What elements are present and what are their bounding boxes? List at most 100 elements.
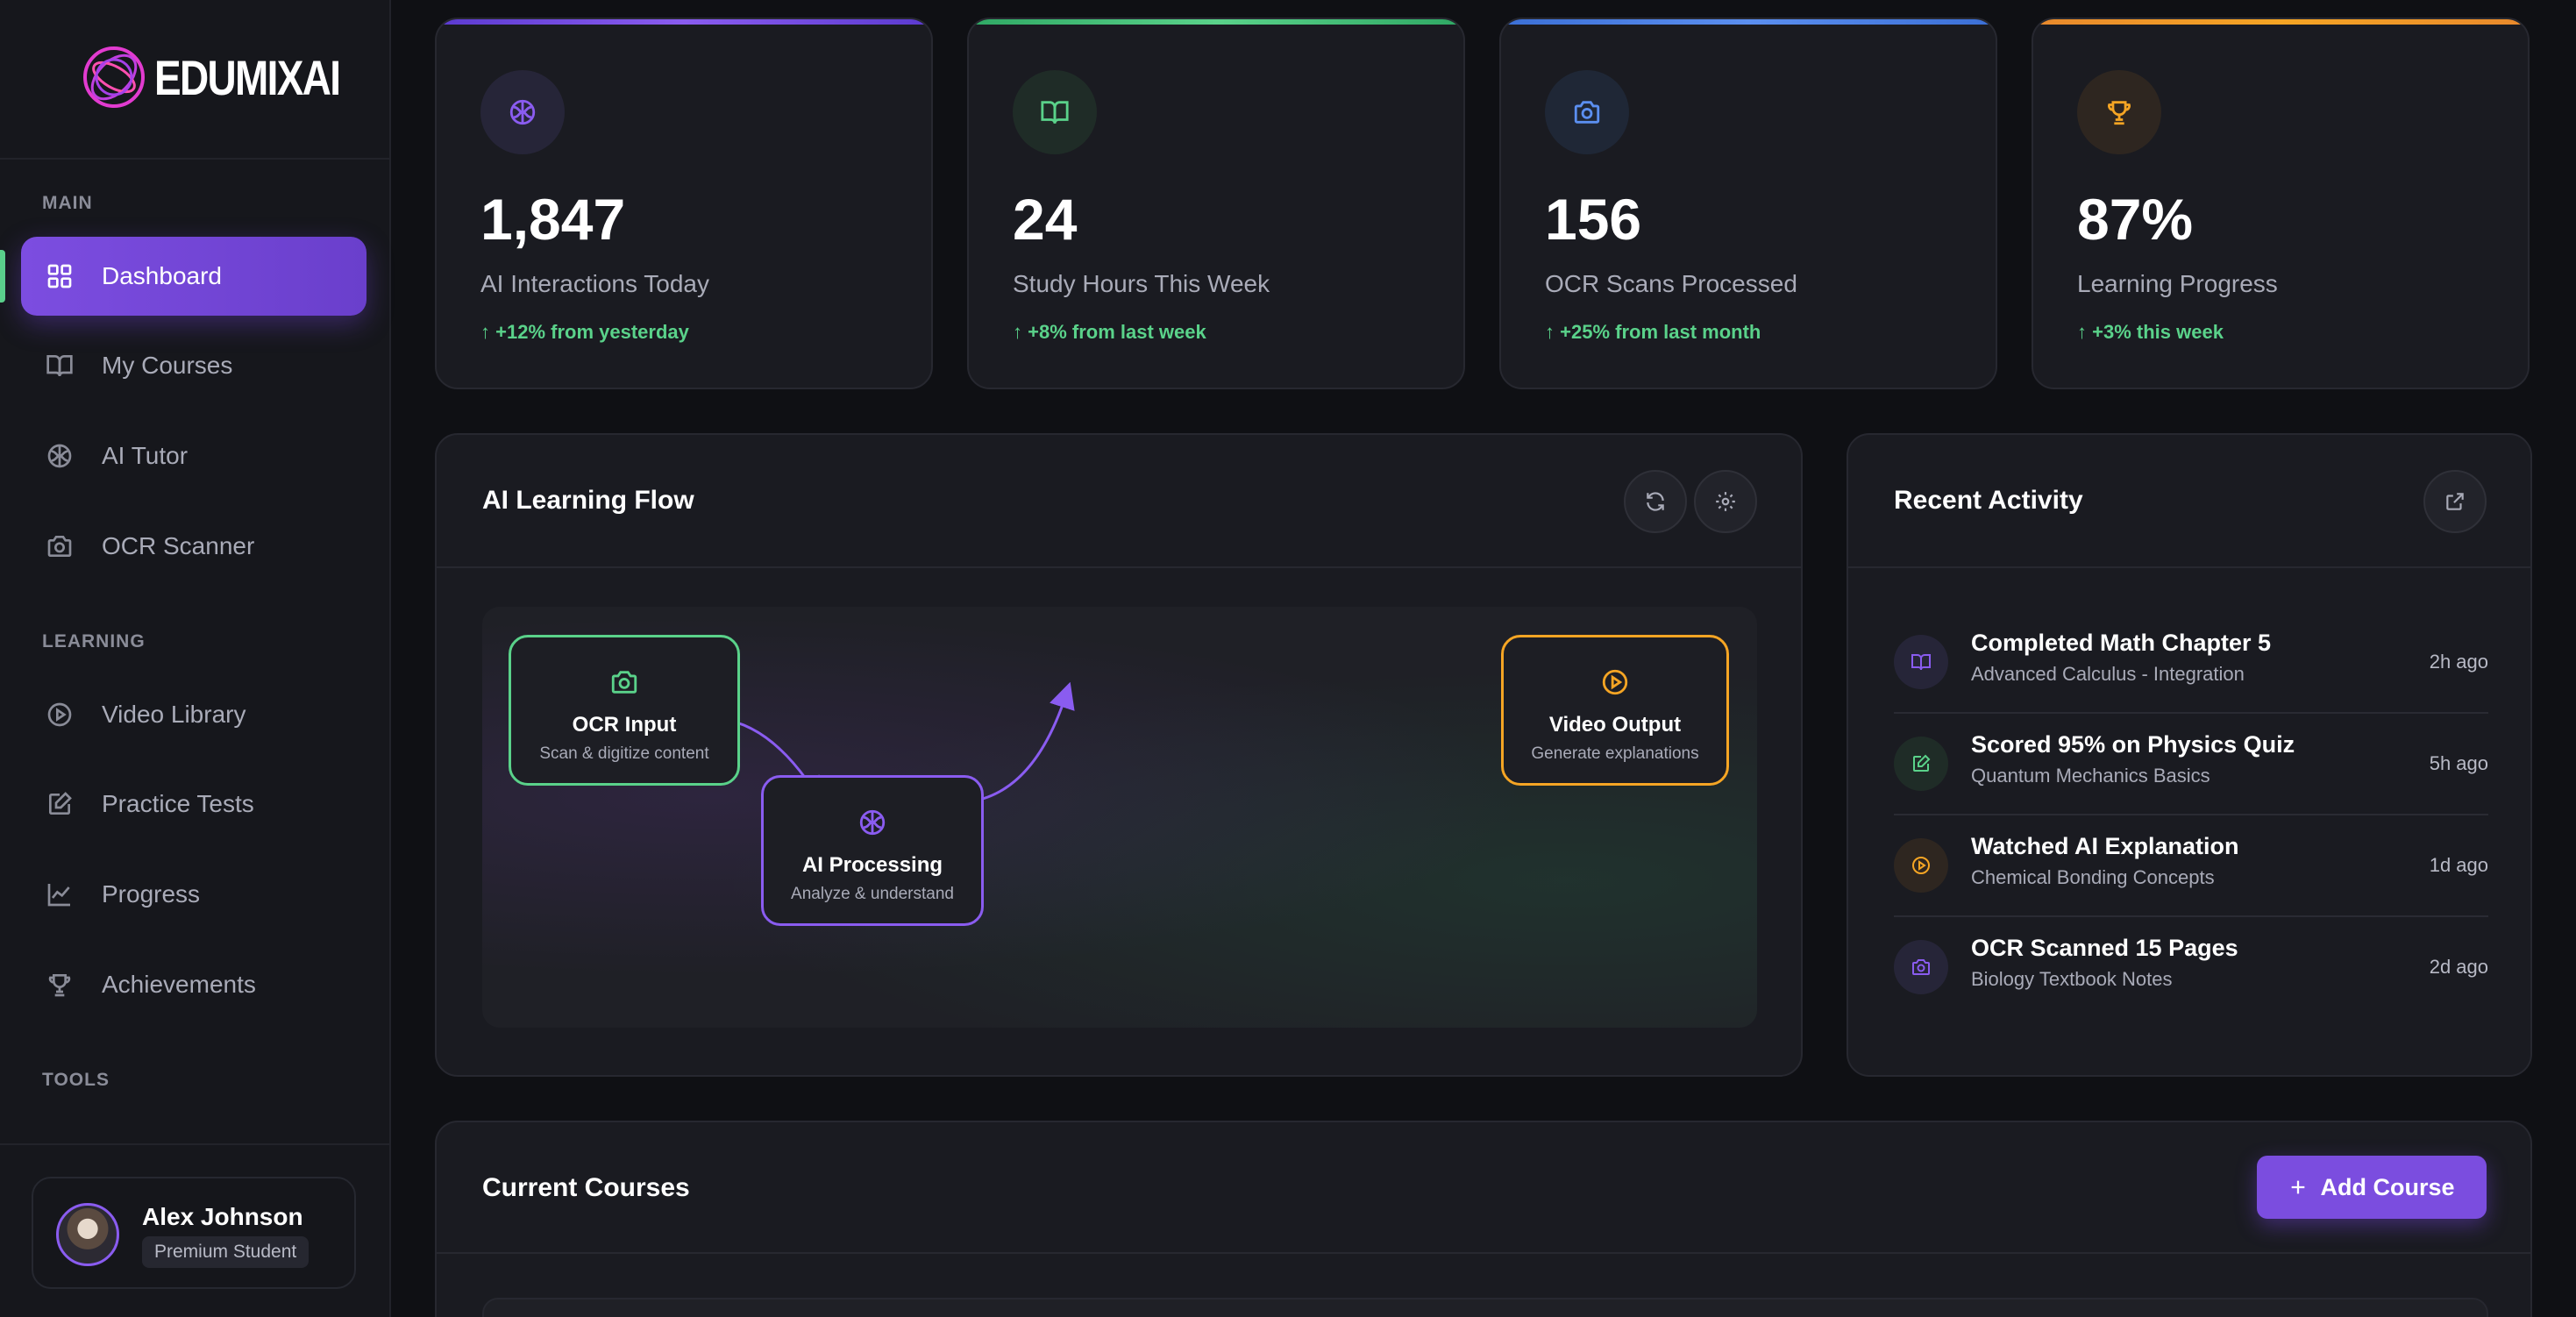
divider bbox=[437, 1252, 2530, 1254]
activity-title: Watched AI Explanation bbox=[1971, 833, 2239, 859]
sidebar-item-label: Achievements bbox=[102, 971, 256, 998]
panel-title: Recent Activity bbox=[1894, 486, 2083, 515]
stat-icon-wrap bbox=[2077, 70, 2161, 154]
sidebar-item-label: Video Library bbox=[102, 701, 246, 728]
activity-subtitle: Biology Textbook Notes bbox=[1971, 968, 2173, 990]
trophy-icon bbox=[2108, 101, 2131, 125]
sidebar-item-label: Progress bbox=[102, 880, 201, 908]
external-link-icon bbox=[2446, 493, 2464, 510]
sidebar-item-video-library[interactable]: Video Library bbox=[21, 675, 366, 754]
activity-item[interactable]: Watched AI Explanation Chemical Bonding … bbox=[1894, 814, 2488, 915]
divider bbox=[1848, 566, 2530, 568]
stat-change-text: +12% from yesterday bbox=[495, 321, 689, 343]
sidebar-item-progress[interactable]: Progress bbox=[21, 855, 366, 934]
activity-item[interactable]: Scored 95% on Physics Quiz Quantum Mecha… bbox=[1894, 712, 2488, 814]
recent-activity-panel: Recent Activity Completed Math Chapter 5… bbox=[1847, 433, 2532, 1077]
sidebar-item-label: OCR Scanner bbox=[102, 532, 255, 559]
arrow-up-icon: ↑ bbox=[1013, 321, 1028, 343]
current-courses-panel: Current Courses Add Course bbox=[435, 1121, 2532, 1317]
stat-card-ai-interactions: 1,847 AI Interactions Today ↑ +12% from … bbox=[435, 18, 933, 389]
activity-title: Scored 95% on Physics Quiz bbox=[1971, 731, 2295, 758]
brand-name: EDUMIXAI bbox=[154, 49, 341, 105]
connector-ai-to-video bbox=[971, 681, 1075, 803]
section-label-learning: LEARNING bbox=[42, 631, 146, 651]
active-indicator bbox=[0, 250, 5, 303]
stat-value: 24 bbox=[1013, 187, 1078, 252]
stat-card-study-hours: 24 Study Hours This Week ↑ +8% from last… bbox=[967, 18, 1465, 389]
section-label-main: MAIN bbox=[42, 193, 93, 213]
section-label-tools: TOOLS bbox=[42, 1070, 110, 1090]
activity-item[interactable]: Completed Math Chapter 5 Advanced Calcul… bbox=[1894, 610, 2488, 712]
edit-icon bbox=[1913, 754, 1931, 772]
sidebar-item-achievements[interactable]: Achievements bbox=[21, 945, 366, 1024]
stat-label: AI Interactions Today bbox=[480, 270, 709, 297]
gear-icon bbox=[1716, 492, 1735, 511]
open-external-button[interactable] bbox=[2423, 470, 2487, 533]
node-subtitle: Scan & digitize content bbox=[539, 744, 709, 763]
sidebar-item-dashboard[interactable]: Dashboard bbox=[21, 237, 366, 316]
stat-value: 1,847 bbox=[480, 187, 626, 252]
arrow-up-icon: ↑ bbox=[480, 321, 496, 343]
panel-title: Current Courses bbox=[482, 1173, 690, 1202]
camera-icon bbox=[1574, 101, 1600, 124]
stat-card-learning-progress: 87% Learning Progress ↑ +3% this week bbox=[2032, 18, 2530, 389]
activity-title: OCR Scanned 15 Pages bbox=[1971, 935, 2238, 961]
stat-label: Learning Progress bbox=[2077, 270, 2278, 297]
ai-learning-flow-panel: AI Learning Flow OCR Input Scan & digiti… bbox=[435, 433, 1803, 1077]
node-title: Video Output bbox=[1548, 713, 1682, 737]
camera-icon bbox=[611, 671, 637, 694]
arrow-up-icon: ↑ bbox=[2077, 321, 2093, 343]
activity-time: 1d ago bbox=[2429, 854, 2488, 876]
accent-bar bbox=[2033, 19, 2528, 25]
book-open-icon bbox=[1041, 101, 1069, 125]
activity-time: 5h ago bbox=[2429, 752, 2488, 774]
camera-icon bbox=[47, 536, 72, 557]
stat-change: ↑ +8% from last week bbox=[1013, 321, 1206, 344]
sidebar-item-label: Practice Tests bbox=[102, 790, 254, 817]
stat-icon-wrap bbox=[480, 70, 565, 154]
add-course-button[interactable]: Add Course bbox=[2257, 1156, 2487, 1219]
flow-canvas: OCR Input Scan & digitize content AI Pro… bbox=[482, 607, 1757, 1028]
flow-node-video-output[interactable]: Video Output Generate explanations bbox=[1501, 635, 1729, 786]
sidebar-item-ai-tutor[interactable]: AI Tutor bbox=[21, 416, 366, 495]
accent-bar bbox=[969, 19, 1463, 25]
flow-node-ocr-input[interactable]: OCR Input Scan & digitize content bbox=[509, 635, 740, 786]
stat-change: ↑ +25% from last month bbox=[1545, 321, 1761, 344]
refresh-button[interactable] bbox=[1624, 470, 1687, 533]
stat-value: 87% bbox=[2077, 187, 2194, 252]
node-subtitle: Analyze & understand bbox=[791, 885, 954, 903]
stat-change-text: +8% from last week bbox=[1028, 321, 1206, 343]
activity-title: Completed Math Chapter 5 bbox=[1971, 630, 2272, 656]
stat-value: 156 bbox=[1545, 187, 1642, 252]
add-course-label: Add Course bbox=[2320, 1173, 2455, 1200]
plus-icon bbox=[2292, 1180, 2305, 1194]
node-title: OCR Input bbox=[572, 713, 677, 737]
brand-logo[interactable]: EDUMIXAI bbox=[81, 44, 381, 110]
brain-icon bbox=[509, 99, 536, 125]
user-profile-card[interactable]: Alex Johnson Premium Student bbox=[32, 1177, 356, 1289]
flow-node-ai-processing[interactable]: AI Processing Analyze & understand bbox=[761, 775, 984, 926]
activity-item[interactable]: OCR Scanned 15 Pages Biology Textbook No… bbox=[1894, 915, 2488, 1017]
stat-label: Study Hours This Week bbox=[1013, 270, 1270, 297]
stat-change-text: +3% this week bbox=[2092, 321, 2224, 343]
stat-card-ocr-scans: 156 OCR Scans Processed ↑ +25% from last… bbox=[1499, 18, 1997, 389]
stat-change: ↑ +12% from yesterday bbox=[480, 321, 689, 344]
sidebar-item-ocr-scanner[interactable]: OCR Scanner bbox=[21, 507, 366, 586]
play-circle-icon bbox=[1912, 857, 1930, 874]
arrow-up-icon: ↑ bbox=[1545, 321, 1561, 343]
activity-subtitle: Chemical Bonding Concepts bbox=[1971, 866, 2215, 888]
activity-icon-wrap bbox=[1894, 838, 1948, 893]
accent-bar bbox=[437, 19, 931, 25]
book-icon bbox=[46, 355, 73, 377]
settings-button[interactable] bbox=[1694, 470, 1757, 533]
stat-change-text: +25% from last month bbox=[1560, 321, 1761, 343]
avatar bbox=[56, 1203, 119, 1266]
sidebar-item-my-courses[interactable]: My Courses bbox=[21, 326, 366, 405]
camera-icon bbox=[1912, 959, 1930, 975]
activity-subtitle: Quantum Mechanics Basics bbox=[1971, 765, 2210, 787]
brain-icon bbox=[859, 809, 886, 836]
activity-icon-wrap bbox=[1894, 737, 1948, 791]
divider bbox=[0, 1143, 389, 1145]
sidebar-item-practice-tests[interactable]: Practice Tests bbox=[21, 765, 366, 844]
book-icon bbox=[1911, 654, 1931, 671]
